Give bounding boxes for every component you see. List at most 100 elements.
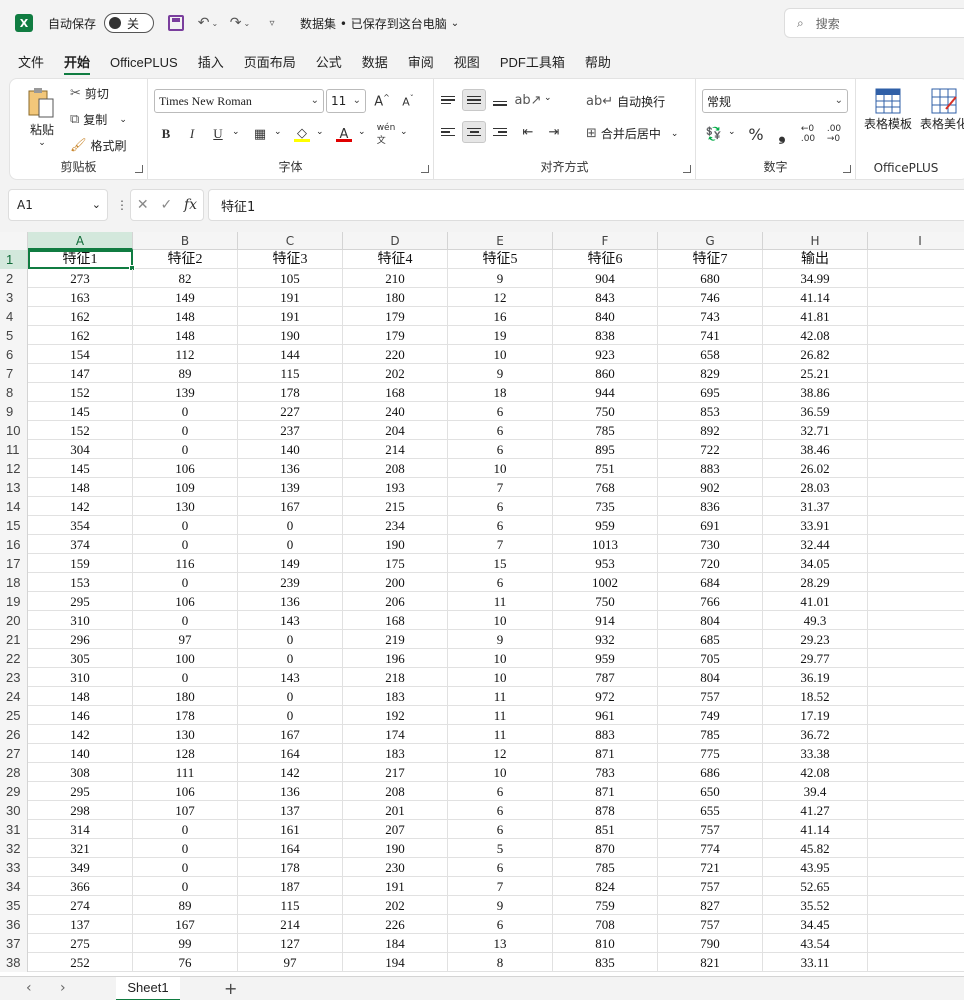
data-cell[interactable]: 7: [448, 478, 553, 497]
phonetic-button[interactable]: wén 文: [374, 123, 398, 146]
data-cell[interactable]: 39.4: [763, 782, 868, 801]
data-cell[interactable]: [868, 421, 964, 440]
increase-decimal-button[interactable]: ←0.00: [796, 123, 820, 145]
data-cell[interactable]: 32.44: [763, 535, 868, 554]
data-cell[interactable]: [868, 858, 964, 877]
data-cell[interactable]: 6: [448, 858, 553, 877]
data-cell[interactable]: [868, 744, 964, 763]
enter-icon[interactable]: ✓: [160, 197, 172, 213]
data-cell[interactable]: 0: [133, 535, 238, 554]
data-cell[interactable]: 768: [553, 478, 658, 497]
column-header-h[interactable]: H: [763, 232, 868, 250]
data-cell[interactable]: 785: [553, 858, 658, 877]
data-cell[interactable]: 932: [553, 630, 658, 649]
data-cell[interactable]: 774: [658, 839, 763, 858]
data-cell[interactable]: 6: [448, 402, 553, 421]
row-header[interactable]: 14: [0, 497, 28, 516]
data-cell[interactable]: 163: [28, 288, 133, 307]
data-cell[interactable]: 680: [658, 269, 763, 288]
data-cell[interactable]: [868, 516, 964, 535]
data-cell[interactable]: 180: [133, 687, 238, 706]
data-cell[interactable]: 208: [343, 782, 448, 801]
data-cell[interactable]: [868, 877, 964, 896]
data-cell[interactable]: 136: [238, 592, 343, 611]
data-cell[interactable]: 143: [238, 668, 343, 687]
data-cell[interactable]: 321: [28, 839, 133, 858]
data-cell[interactable]: 295: [28, 592, 133, 611]
data-cell[interactable]: 10: [448, 668, 553, 687]
data-cell[interactable]: [868, 668, 964, 687]
data-cell[interactable]: 972: [553, 687, 658, 706]
data-cell[interactable]: 200: [343, 573, 448, 592]
data-cell[interactable]: 18.52: [763, 687, 868, 706]
data-cell[interactable]: 0: [238, 649, 343, 668]
data-cell[interactable]: 140: [28, 744, 133, 763]
data-cell[interactable]: 193: [343, 478, 448, 497]
align-right-button[interactable]: [488, 121, 512, 143]
tab-pdf-tools[interactable]: PDF工具箱: [500, 48, 565, 78]
data-cell[interactable]: 152: [28, 383, 133, 402]
bold-button[interactable]: B: [154, 123, 178, 145]
data-cell[interactable]: 0: [238, 535, 343, 554]
row-header[interactable]: 30: [0, 801, 28, 820]
more-options-icon[interactable]: ⋮: [116, 198, 128, 212]
data-cell[interactable]: [868, 573, 964, 592]
data-cell[interactable]: 178: [133, 706, 238, 725]
data-cell[interactable]: 190: [343, 839, 448, 858]
data-cell[interactable]: 202: [343, 364, 448, 383]
data-cell[interactable]: 775: [658, 744, 763, 763]
data-cell[interactable]: 168: [343, 383, 448, 402]
data-cell[interactable]: 0: [238, 516, 343, 535]
data-cell[interactable]: 137: [238, 801, 343, 820]
data-cell[interactable]: 41.14: [763, 820, 868, 839]
data-cell[interactable]: 127: [238, 934, 343, 953]
cancel-icon[interactable]: ✕: [137, 197, 149, 213]
increase-font-button[interactable]: A^: [370, 90, 394, 112]
name-box[interactable]: A1 ⌄: [8, 189, 108, 221]
row-header[interactable]: 35: [0, 896, 28, 915]
data-cell[interactable]: [868, 459, 964, 478]
data-cell[interactable]: [868, 725, 964, 744]
data-cell[interactable]: 787: [553, 668, 658, 687]
data-cell[interactable]: [868, 535, 964, 554]
data-cell[interactable]: 34.05: [763, 554, 868, 573]
decrease-decimal-button[interactable]: .00 →0: [822, 123, 846, 145]
format-painter-button[interactable]: 🖌 格式刷: [70, 137, 127, 154]
data-cell[interactable]: 191: [238, 288, 343, 307]
data-cell[interactable]: 218: [343, 668, 448, 687]
data-cell[interactable]: 8: [448, 953, 553, 972]
data-cell[interactable]: 220: [343, 345, 448, 364]
data-cell[interactable]: 214: [343, 440, 448, 459]
data-cell[interactable]: 0: [133, 516, 238, 535]
data-cell[interactable]: 871: [553, 744, 658, 763]
data-cell[interactable]: 161: [238, 820, 343, 839]
data-cell[interactable]: 41.81: [763, 307, 868, 326]
copy-button[interactable]: ⧉ 复制 ⌄: [70, 111, 127, 128]
data-cell[interactable]: 148: [133, 326, 238, 345]
data-cell[interactable]: [868, 554, 964, 573]
font-size-select[interactable]: 11 ⌄: [326, 89, 366, 113]
tab-home[interactable]: 开始: [64, 48, 91, 78]
data-cell[interactable]: 34.99: [763, 269, 868, 288]
data-cell[interactable]: 194: [343, 953, 448, 972]
data-cell[interactable]: 11: [448, 592, 553, 611]
data-cell[interactable]: 106: [133, 459, 238, 478]
data-cell[interactable]: 843: [553, 288, 658, 307]
data-cell[interactable]: 162: [28, 326, 133, 345]
data-cell[interactable]: 184: [343, 934, 448, 953]
data-cell[interactable]: 148: [28, 478, 133, 497]
dialog-launcher-icon[interactable]: [421, 165, 429, 173]
data-cell[interactable]: 183: [343, 687, 448, 706]
data-cell[interactable]: 107: [133, 801, 238, 820]
data-cell[interactable]: 208: [343, 459, 448, 478]
data-cell[interactable]: 31.37: [763, 497, 868, 516]
data-cell[interactable]: [868, 402, 964, 421]
table-template-button[interactable]: 表格模板: [864, 87, 912, 132]
row-header[interactable]: 24: [0, 687, 28, 706]
data-cell[interactable]: 961: [553, 706, 658, 725]
data-cell[interactable]: 191: [343, 877, 448, 896]
data-cell[interactable]: 130: [133, 497, 238, 516]
data-cell[interactable]: 6: [448, 497, 553, 516]
data-cell[interactable]: 142: [238, 763, 343, 782]
data-cell[interactable]: 9: [448, 896, 553, 915]
